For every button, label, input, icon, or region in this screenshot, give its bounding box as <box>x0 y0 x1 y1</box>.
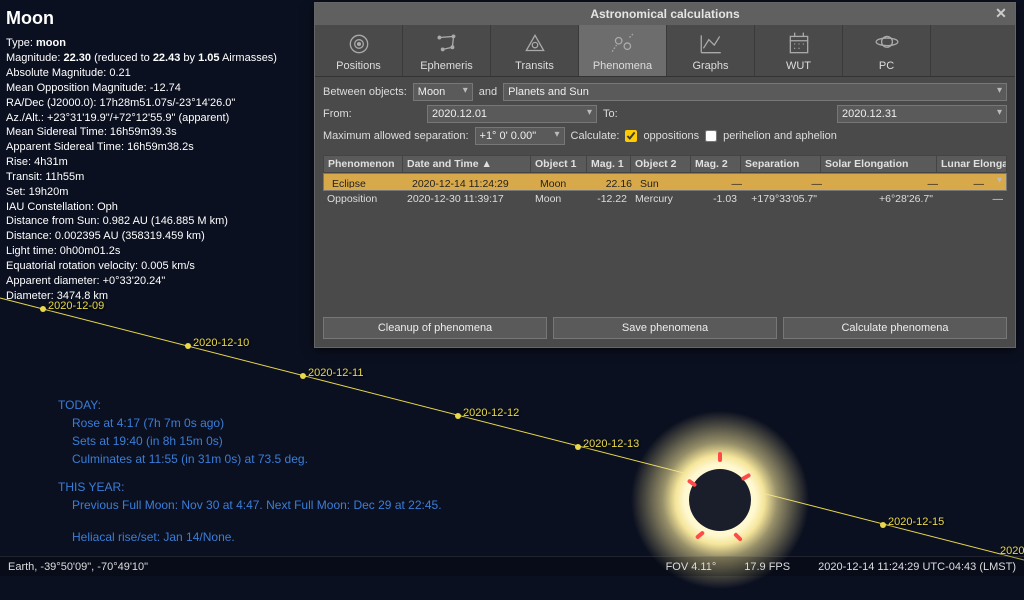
track-label: 2020-12-12 <box>463 407 519 419</box>
track-node <box>880 522 886 528</box>
track-node <box>40 306 46 312</box>
col-object2[interactable]: Object 2 <box>631 155 691 173</box>
col-solar-elong[interactable]: Solar Elongation <box>821 155 937 173</box>
tab-bar: Positions Ephemeris Transits Phenomena G… <box>315 25 1015 77</box>
track-label: 2020-12-15 <box>888 516 944 528</box>
object-a-select[interactable]: Moon <box>413 83 473 101</box>
col-separation[interactable]: Separation <box>741 155 821 173</box>
table-row[interactable]: Eclipse 2020-12-14 11:24:29 Moon 22.16 S… <box>323 173 1007 191</box>
table-row[interactable]: Opposition 2020-12-30 11:39:17 Moon -12.… <box>323 191 1007 207</box>
status-location: Earth, -39°50'09", -70°49'10" <box>8 561 148 573</box>
track-label: 2020-12-10 <box>193 337 249 349</box>
save-button[interactable]: Save phenomena <box>553 317 777 339</box>
object-info-panel: Moon Type: moon Magnitude: 22.30 (reduce… <box>6 6 277 303</box>
track-label: 2020-12-13 <box>583 438 639 450</box>
phenomena-icon <box>608 31 638 57</box>
wut-icon <box>784 31 814 57</box>
tab-positions[interactable]: Positions <box>315 25 403 76</box>
tab-wut[interactable]: WUT <box>755 25 843 76</box>
tab-pc[interactable]: PC <box>843 25 931 76</box>
status-fov: FOV 4.11° <box>666 561 717 573</box>
status-bar: Earth, -39°50'09", -70°49'10" FOV 4.11° … <box>0 556 1024 576</box>
col-datetime[interactable]: Date and Time ▲ <box>403 155 531 173</box>
col-phenomenon[interactable]: Phenomenon <box>323 155 403 173</box>
dialog-title[interactable]: Astronomical calculations ✕ <box>315 3 1015 25</box>
from-label: From: <box>323 108 421 120</box>
from-date-input[interactable]: 2020.12.01 <box>427 105 597 123</box>
pc-icon <box>872 31 902 57</box>
to-label: To: <box>603 108 618 120</box>
transits-icon <box>520 31 550 57</box>
col-object1[interactable]: Object 1 <box>531 155 587 173</box>
oppositions-checkbox[interactable] <box>625 130 637 142</box>
tab-transits[interactable]: Transits <box>491 25 579 76</box>
status-time: 2020-12-14 11:24:29 UTC-04:43 (LMST) <box>818 561 1016 573</box>
col-mag2[interactable]: Mag. 2 <box>691 155 741 173</box>
track-label: 2020-12-09 <box>48 300 104 312</box>
ephemeris-icon <box>432 31 462 57</box>
maxsep-label: Maximum allowed separation: <box>323 130 469 142</box>
col-mag1[interactable]: Mag. 1 <box>587 155 631 173</box>
object-title: Moon <box>6 6 277 30</box>
tab-ephemeris[interactable]: Ephemeris <box>403 25 491 76</box>
graphs-icon <box>696 31 726 57</box>
perihelion-checkbox[interactable] <box>705 130 717 142</box>
calculate-label: Calculate: <box>571 130 620 142</box>
track-node <box>710 479 716 485</box>
calculate-button[interactable]: Calculate phenomena <box>783 317 1007 339</box>
phenomena-table: Phenomenon Date and Time ▲ Object 1 Mag.… <box>323 155 1007 307</box>
track-node <box>185 343 191 349</box>
track-node <box>455 413 461 419</box>
close-icon[interactable]: ✕ <box>993 5 1009 21</box>
track-label: 2020-1 <box>718 473 752 485</box>
track-node <box>575 444 581 450</box>
positions-icon <box>344 31 374 57</box>
tab-graphs[interactable]: Graphs <box>667 25 755 76</box>
tab-phenomena[interactable]: Phenomena <box>579 25 667 76</box>
between-label: Between objects: <box>323 86 407 98</box>
cleanup-button[interactable]: Cleanup of phenomena <box>323 317 547 339</box>
today-info: TODAY: Rose at 4:17 (7h 7m 0s ago) Sets … <box>58 396 442 546</box>
status-fps: 17.9 FPS <box>744 561 790 573</box>
astrocalc-dialog: Astronomical calculations ✕ Positions Ep… <box>314 2 1016 348</box>
to-date-input[interactable]: 2020.12.31 <box>837 105 1007 123</box>
object-b-select[interactable]: Planets and Sun <box>503 83 1007 101</box>
maxsep-input[interactable]: +1° 0' 0.00" <box>475 127 565 145</box>
col-lunar-elong[interactable]: Lunar Elongation <box>937 155 1007 173</box>
track-label: 2020-12-11 <box>308 367 363 379</box>
track-node <box>300 373 306 379</box>
